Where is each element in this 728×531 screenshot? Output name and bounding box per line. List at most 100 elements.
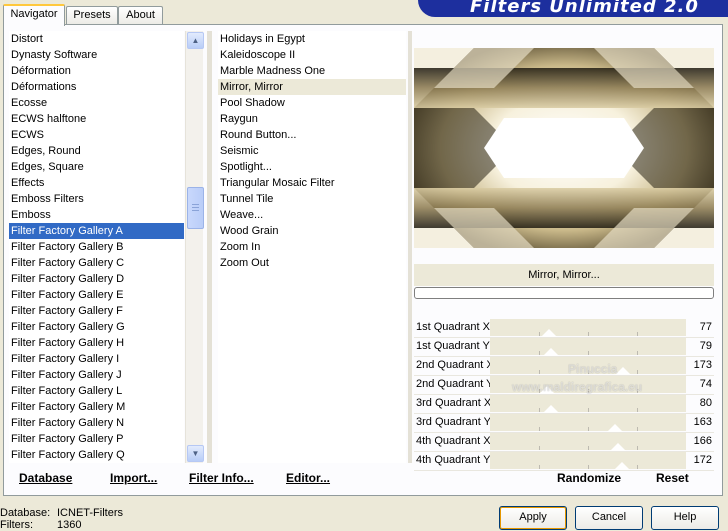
scroll-up-button[interactable]: ▲ bbox=[187, 32, 204, 49]
slider-thumb[interactable] bbox=[614, 367, 631, 375]
filter-item[interactable]: Tunnel Tile bbox=[218, 191, 406, 207]
slider-track[interactable] bbox=[490, 414, 686, 432]
category-item[interactable]: Filter Factory Gallery N bbox=[9, 415, 184, 431]
slider-thumb[interactable] bbox=[541, 329, 558, 337]
cancel-button[interactable]: Cancel bbox=[575, 506, 643, 530]
filter-item[interactable]: Marble Madness One bbox=[218, 63, 406, 79]
slider-tick bbox=[588, 351, 589, 355]
category-item[interactable]: Filter Factory Gallery M bbox=[9, 399, 184, 415]
watermark-line2: www.maldiregrafica.eu bbox=[512, 380, 643, 394]
category-item[interactable]: Déformations bbox=[9, 79, 184, 95]
category-item[interactable]: Ecosse bbox=[9, 95, 184, 111]
slider-tick bbox=[588, 446, 589, 450]
slider-thumb[interactable] bbox=[614, 462, 631, 470]
status-filters: Filters: 1360 bbox=[0, 519, 81, 531]
category-item[interactable]: ECWS bbox=[9, 127, 184, 143]
filter-item[interactable]: Zoom Out bbox=[218, 255, 406, 271]
filter-item[interactable]: Kaleidoscope II bbox=[218, 47, 406, 63]
column-divider bbox=[408, 31, 412, 463]
slider-tick bbox=[637, 332, 638, 336]
filter-item[interactable]: Pool Shadow bbox=[218, 95, 406, 111]
category-list[interactable]: Distort Dynasty Software Déformation Déform… bbox=[9, 31, 184, 463]
category-item[interactable]: Edges, Square bbox=[9, 159, 184, 175]
slider-tick bbox=[637, 465, 638, 469]
slider-value: 80 bbox=[699, 397, 712, 409]
status-database: Database: ICNET-Filters bbox=[0, 507, 123, 519]
category-item[interactable]: Filter Factory Gallery Q bbox=[9, 447, 184, 463]
filter-item[interactable]: Raygun bbox=[218, 111, 406, 127]
filter-info-link[interactable]: Filter Info... bbox=[189, 471, 254, 485]
category-item[interactable]: Filter Factory Gallery I bbox=[9, 351, 184, 367]
filter-item[interactable]: Weave... bbox=[218, 207, 406, 223]
category-item[interactable]: Filter Factory Gallery P bbox=[9, 431, 184, 447]
slider-track[interactable] bbox=[490, 452, 686, 470]
apply-button[interactable]: Apply bbox=[499, 506, 567, 530]
slider-label: 3rd Quadrant X bbox=[416, 397, 492, 409]
category-item[interactable]: Filter Factory Gallery B bbox=[9, 239, 184, 255]
slider-thumb[interactable] bbox=[607, 424, 624, 432]
slider-label: 4th Quadrant Y bbox=[416, 454, 491, 466]
filter-item[interactable]: Spotlight... bbox=[218, 159, 406, 175]
category-item[interactable]: Filter Factory Gallery F bbox=[9, 303, 184, 319]
randomize-button[interactable]: Randomize bbox=[557, 471, 621, 485]
database-link[interactable]: Database bbox=[19, 471, 72, 485]
slider-thumb[interactable] bbox=[543, 405, 560, 413]
slider-row: 3rd Quadrant X 80 bbox=[414, 395, 714, 414]
import-link[interactable]: Import... bbox=[110, 471, 157, 485]
category-item[interactable]: Edges, Round bbox=[9, 143, 184, 159]
slider-track[interactable] bbox=[490, 338, 686, 356]
category-item[interactable]: Filter Factory Gallery L bbox=[9, 383, 184, 399]
filter-item[interactable]: Holidays in Egypt bbox=[218, 31, 406, 47]
filter-item[interactable]: Round Button... bbox=[218, 127, 406, 143]
category-item[interactable]: Filter Factory Gallery C bbox=[9, 255, 184, 271]
tab-about[interactable]: About bbox=[118, 6, 163, 24]
category-item[interactable]: Filter Factory Gallery A bbox=[9, 223, 184, 239]
watermark-line1: Pinuccia bbox=[568, 362, 618, 376]
editor-link[interactable]: Editor... bbox=[286, 471, 330, 485]
slider-label: 1st Quadrant X bbox=[416, 321, 490, 333]
category-item[interactable]: Dynasty Software bbox=[9, 47, 184, 63]
category-item[interactable]: ECWS halftone bbox=[9, 111, 184, 127]
category-item[interactable]: Emboss bbox=[9, 207, 184, 223]
scroll-down-button[interactable]: ▼ bbox=[187, 445, 204, 462]
slider-row: 4th Quadrant X 166 bbox=[414, 433, 714, 452]
filter-item[interactable]: Seismic bbox=[218, 143, 406, 159]
slider-tick bbox=[539, 332, 540, 336]
filter-item[interactable]: Mirror, Mirror bbox=[218, 79, 406, 95]
slider-thumb[interactable] bbox=[609, 443, 626, 451]
slider-thumb[interactable] bbox=[542, 348, 559, 356]
filter-item[interactable]: Zoom In bbox=[218, 239, 406, 255]
slider-value: 173 bbox=[693, 359, 712, 371]
reset-button[interactable]: Reset bbox=[656, 471, 689, 485]
tab-presets[interactable]: Presets bbox=[66, 6, 118, 24]
filter-item[interactable]: Triangular Mosaic Filter bbox=[218, 175, 406, 191]
category-item[interactable]: Effects bbox=[9, 175, 184, 191]
status-filters-value: 1360 bbox=[57, 519, 82, 531]
title-banner: Filters Unlimited 2.0 bbox=[418, 0, 728, 17]
tab-navigator[interactable]: Navigator bbox=[3, 4, 65, 26]
scroll-thumb[interactable] bbox=[187, 187, 204, 229]
filter-list[interactable]: Holidays in Egypt Kaleidoscope II Marble M… bbox=[218, 31, 406, 463]
category-item[interactable]: Filter Factory Gallery G bbox=[9, 319, 184, 335]
slider-tick bbox=[539, 446, 540, 450]
help-button[interactable]: Help bbox=[651, 506, 719, 530]
slider-value: 79 bbox=[699, 340, 712, 352]
category-item[interactable]: Filter Factory Gallery E bbox=[9, 287, 184, 303]
slider-row: 4th Quadrant Y 172 bbox=[414, 452, 714, 471]
slider-tick bbox=[637, 351, 638, 355]
category-item[interactable]: Distort bbox=[9, 31, 184, 47]
slider-track[interactable] bbox=[490, 433, 686, 451]
category-item[interactable]: Filter Factory Gallery J bbox=[9, 367, 184, 383]
category-scrollbar[interactable]: ▲ ▼ bbox=[185, 31, 204, 463]
category-item[interactable]: Filter Factory Gallery H bbox=[9, 335, 184, 351]
category-item[interactable]: Emboss Filters bbox=[9, 191, 184, 207]
progress-bar bbox=[414, 287, 714, 299]
slider-track[interactable] bbox=[490, 395, 686, 413]
mirror-preview-graphic bbox=[414, 48, 714, 248]
filter-item[interactable]: Wood Grain bbox=[218, 223, 406, 239]
slider-row: 2nd Quadrant X 173 bbox=[414, 357, 714, 376]
category-item[interactable]: Déformation bbox=[9, 63, 184, 79]
slider-value: 172 bbox=[693, 454, 712, 466]
slider-track[interactable] bbox=[490, 319, 686, 337]
category-item[interactable]: Filter Factory Gallery D bbox=[9, 271, 184, 287]
